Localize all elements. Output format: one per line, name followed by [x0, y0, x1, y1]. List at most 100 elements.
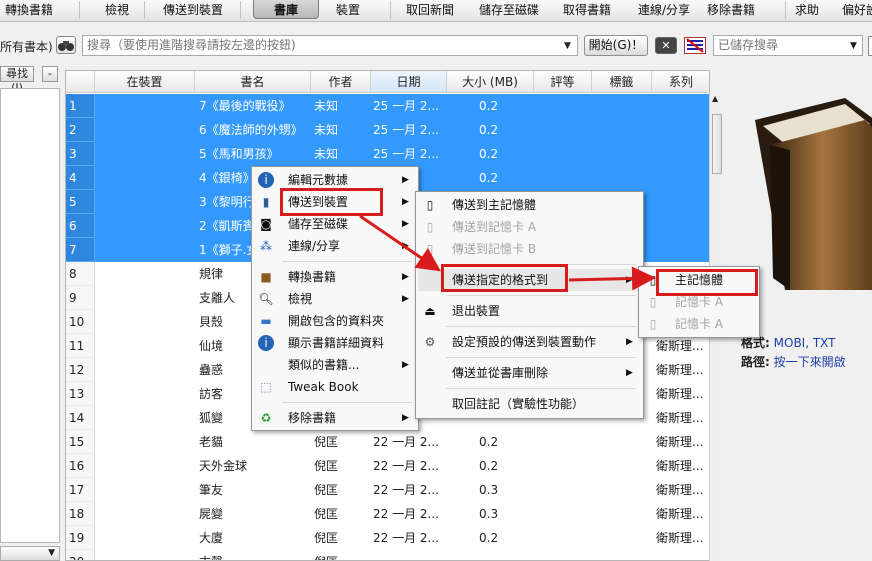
cell-series: 衛斯理... [656, 507, 704, 521]
convert-book-icon: ■ [260, 270, 272, 284]
cell-size: 0.2 [479, 99, 499, 113]
eject-icon: ⏏ [424, 304, 436, 318]
column-header-size[interactable]: 大小 (MB) [447, 71, 534, 93]
toolbar-device[interactable]: 裝置 [333, 0, 363, 20]
tag-browser-sort-select[interactable]: ▼ [0, 546, 60, 561]
clear-saved-search-icon[interactable] [684, 37, 706, 54]
cell-title: 6《魔法師的外甥》 [199, 123, 303, 137]
menu-item-tweak-book[interactable]: ⬚ Tweak Book [254, 376, 416, 398]
menu-separator [446, 388, 636, 389]
table-row[interactable]: 1 7《最後的戰役》 未知 25 一月 2... 0.2 [66, 94, 709, 118]
menu-item-view[interactable]: 🔍︎ 檢視 ▶ [254, 288, 416, 310]
column-header-on-device[interactable]: 在裝置 [95, 71, 195, 93]
toolbar-connect-share[interactable]: 連線/分享 [635, 0, 693, 20]
gear-icon: ⚙ [424, 335, 436, 349]
cell-series: 衛斯理... [656, 387, 704, 401]
book-context-menu: i 編輯元數據 ▶ ▮ 傳送到裝置 ▶ ◙ 儲存至磁碟 ▶ ⁂ 連線/分享 ▶ ■ 轉換書籍 ▶ 🔍… [251, 166, 419, 431]
toolbar-library[interactable]: 書庫 [253, 0, 319, 19]
tag-browser[interactable] [0, 88, 60, 543]
reader-device-icon: ▯ [426, 242, 434, 256]
cell-title: 天外金球 [199, 459, 248, 473]
toolbar-convert-books[interactable]: 轉換書籍 [2, 0, 56, 20]
advanced-search-button[interactable] [56, 36, 76, 54]
path-open-link[interactable]: 按一下來開啟 [774, 355, 846, 369]
submenu-arrow-icon: ▶ [626, 337, 633, 347]
table-row[interactable]: 18 屍變 倪匡 22 一月 2... 0.3 衛斯理... [66, 502, 709, 526]
toolbar-send-to-device[interactable]: 傳送到裝置 [160, 0, 226, 20]
menu-item-send-to-device[interactable]: ▮ 傳送到裝置 ▶ [254, 191, 416, 213]
column-header-tags[interactable]: 標籤 [592, 71, 652, 93]
cell-size: 0.3 [479, 507, 499, 521]
toolbar-view[interactable]: 檢視 [102, 0, 132, 20]
menu-item-eject-device[interactable]: ⏏ 退出裝置 [418, 300, 640, 322]
menu-item-format-main-memory[interactable]: ▯ 主記憶體 [641, 269, 757, 291]
menu-item-set-default-action[interactable]: ⚙ 設定預設的傳送到裝置動作 ▶ [418, 331, 640, 353]
cell-author: 倪匡 [314, 550, 369, 560]
menu-item-edit-metadata[interactable]: i 編輯元數據 ▶ [254, 169, 416, 191]
table-row[interactable]: 15 老貓 倪匡 22 一月 2... 0.2 衛斯理... [66, 430, 709, 454]
cell-author: 未知 [314, 99, 339, 113]
table-row[interactable]: 16 天外金球 倪匡 22 一月 2... 0.2 衛斯理... [66, 454, 709, 478]
submenu-arrow-icon: ▶ [402, 197, 409, 207]
saved-search-button[interactable] [868, 36, 872, 56]
saved-search-input[interactable]: 已儲存搜尋 [713, 35, 863, 56]
toolbar-get-books[interactable]: 取得書籍 [560, 0, 614, 20]
column-header-series[interactable]: 系列 [652, 71, 709, 93]
toolbar-separator [240, 1, 241, 19]
table-row[interactable]: 17 筆友 倪匡 22 一月 2... 0.3 衛斯理... [66, 478, 709, 502]
menu-item-remove-books[interactable]: ♻ 移除書籍 ▶ [254, 407, 416, 429]
table-row[interactable]: 3 5《馬和男孩》 未知 25 一月 2... 0.2 [66, 142, 709, 166]
menu-item-similar-books[interactable]: 類似的書籍... ▶ [254, 354, 416, 376]
toolbar-remove-books[interactable]: 移除書籍 [704, 0, 758, 20]
menu-item-save-to-disk[interactable]: ◙ 儲存至磁碟 ▶ [254, 213, 416, 235]
menu-item-format-card-a: ▯ 記憶卡 A [641, 291, 757, 313]
row-number: 11 [66, 334, 95, 358]
scroll-up-icon[interactable]: ▲ [712, 94, 718, 103]
cell-author: 倪匡 [314, 507, 339, 521]
folder-icon: ▬ [260, 314, 272, 328]
scrollbar-thumb[interactable] [712, 114, 722, 174]
menu-item-send-main-memory[interactable]: ▯ 傳送到主記憶體 [418, 194, 640, 216]
menu-item-fetch-annotations[interactable]: 取回註記（實驗性功能） [418, 393, 640, 415]
find-button[interactable]: 尋找(I) [0, 66, 34, 94]
menu-item-open-folder[interactable]: ▬ 開啟包含的資料夾 [254, 310, 416, 332]
row-number: 20 [66, 550, 95, 560]
cell-title: 大廈 [199, 531, 224, 545]
cell-date: 22 一月 2... [373, 531, 439, 545]
column-header-title[interactable]: 書名 [195, 71, 311, 93]
collapse-all-button[interactable]: - [42, 66, 58, 82]
reader-device-icon: ▯ [426, 220, 434, 234]
toolbar-fetch-news[interactable]: 取回新聞 [403, 0, 457, 20]
toolbar-separator [144, 1, 145, 19]
cell-size: 0.2 [479, 435, 499, 449]
menu-item-show-details[interactable]: i 顯示書籍詳細資料 [254, 332, 416, 354]
clear-search-icon[interactable]: ✕ [655, 37, 677, 54]
search-go-button[interactable]: 開始(G)！ [584, 35, 648, 56]
table-row[interactable]: 20 古聲倪匡 [66, 550, 709, 560]
cell-size: 0.2 [479, 147, 499, 161]
row-number: 15 [66, 430, 95, 454]
recycle-icon: ♻ [260, 411, 272, 425]
menu-item-send-and-delete[interactable]: 傳送並從書庫刪除 ▶ [418, 362, 640, 384]
format-value[interactable]: MOBI, TXT [774, 336, 836, 350]
column-header-rating[interactable]: 評等 [534, 71, 592, 93]
toolbar-save-to-disk[interactable]: 儲存至磁碟 [476, 0, 542, 20]
menu-item-connect-share[interactable]: ⁂ 連線/分享 ▶ [254, 235, 416, 257]
table-row[interactable]: 19 大廈 倪匡 22 一月 2... 0.2 衛斯理... [66, 526, 709, 550]
menu-item-send-specific-format[interactable]: 傳送指定的格式到 ▶ [418, 269, 640, 291]
menu-item-convert-books[interactable]: ■ 轉換書籍 ▶ [254, 266, 416, 288]
search-bar: 所有書本) 搜尋（要使用進階搜尋請按左邊的按鈕) ▼ 開始(G)！ ✕ 已儲存搜… [0, 34, 872, 58]
column-header-author[interactable]: 作者 [311, 71, 371, 93]
row-number: 8 [66, 262, 95, 286]
cell-date: 25 一月 2... [373, 147, 439, 161]
send-to-device-submenu: ▯ 傳送到主記憶體 ▯ 傳送到記憶卡 A ▯ 傳送到記憶卡 B 傳送指定的格式到 ▶ ⏏… [415, 191, 644, 419]
toolbar-preferences[interactable]: 偏好設 [839, 0, 872, 20]
row-number: 19 [66, 526, 95, 550]
search-input[interactable]: 搜尋（要使用進階搜尋請按左邊的按鈕) [82, 35, 578, 56]
toolbar-help[interactable]: 求助 [792, 0, 822, 20]
row-number: 13 [66, 382, 95, 406]
disk-icon: ◙ [260, 217, 272, 231]
column-header-date[interactable]: 日期 [371, 71, 447, 93]
table-row[interactable]: 2 6《魔法師的外甥》 未知 25 一月 2... 0.2 [66, 118, 709, 142]
menu-separator [282, 402, 412, 403]
